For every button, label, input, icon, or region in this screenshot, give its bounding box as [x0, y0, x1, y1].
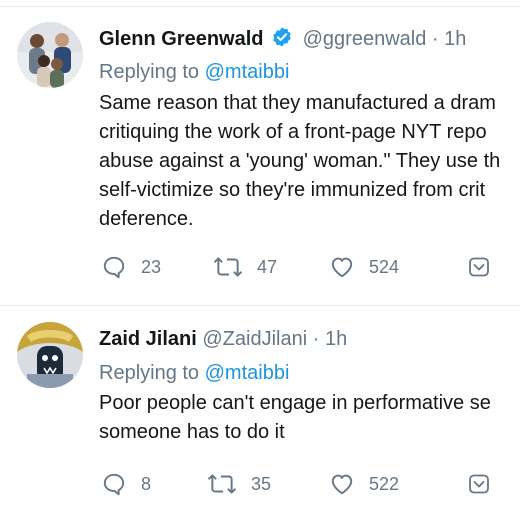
replying-to-label: Replying to [99, 362, 205, 384]
heart-icon [329, 471, 355, 497]
reply-button[interactable]: 23 [101, 252, 161, 282]
retweet-count: 35 [251, 473, 272, 494]
tweet-text: Poor people can't engage in performative… [99, 389, 520, 447]
author-handle[interactable]: @ggreenwald [303, 28, 427, 50]
author-handle[interactable]: @ZaidJilani [202, 328, 307, 350]
like-button[interactable]: 524 [329, 252, 399, 282]
retweet-button[interactable]: 47 [213, 252, 277, 282]
reply-icon [101, 471, 127, 497]
author-name[interactable]: Zaid Jilani [99, 328, 197, 350]
retweet-count: 47 [257, 256, 278, 277]
tweet-text: Same reason that they manufactured a dra… [99, 89, 520, 234]
retweet-icon [207, 471, 237, 497]
tweet-item[interactable]: Glenn Greenwald @ggreenwald · 1h Replyin… [0, 0, 520, 305]
replying-to-label: Replying to [99, 61, 205, 83]
tweet-text-line: Same reason that they manufactured a dra… [99, 92, 496, 114]
tweet-text-line: Poor people can't engage in performative… [99, 392, 491, 414]
tweet-text-line: someone has to do it [99, 421, 285, 443]
reply-count: 8 [141, 473, 152, 494]
reply-button[interactable]: 8 [101, 469, 151, 499]
verified-badge-icon [271, 26, 293, 54]
heart-icon [329, 254, 355, 280]
like-count: 522 [369, 473, 400, 494]
share-icon [467, 472, 491, 496]
tweet-text-line: abuse against a 'young' woman." They use… [99, 150, 501, 172]
separator-dot: · [312, 328, 320, 350]
replying-to: Replying to @mtaibbi [99, 60, 289, 84]
replying-to-mention[interactable]: @mtaibbi [205, 362, 290, 384]
reply-icon [101, 254, 127, 280]
tweet-timestamp[interactable]: 1h [325, 328, 347, 350]
retweet-icon [213, 254, 243, 280]
replying-to-mention[interactable]: @mtaibbi [205, 61, 290, 83]
tweet-header: Glenn Greenwald @ggreenwald · 1h [99, 26, 466, 54]
avatar[interactable] [17, 22, 83, 88]
separator-dot: · [431, 28, 439, 50]
reply-count: 23 [141, 256, 162, 277]
like-count: 524 [369, 256, 400, 277]
tweet-timestamp[interactable]: 1h [444, 28, 466, 50]
author-name[interactable]: Glenn Greenwald [99, 28, 263, 50]
share-icon [467, 255, 491, 279]
tweet-text-line: self-victimize so they're immunized from… [99, 179, 486, 201]
tweet-text-line: critiquing the work of a front-page NYT … [99, 121, 487, 143]
replying-to: Replying to @mtaibbi [99, 361, 289, 385]
tweet-text-line: deference. [99, 208, 194, 230]
retweet-button[interactable]: 35 [207, 469, 271, 499]
share-button[interactable] [467, 252, 491, 282]
tweet-header: Zaid Jilani @ZaidJilani · 1h [99, 327, 347, 351]
avatar[interactable] [17, 322, 83, 388]
share-button[interactable] [467, 469, 491, 499]
tweet-item[interactable]: Zaid Jilani @ZaidJilani · 1h Replying to… [0, 306, 520, 520]
like-button[interactable]: 522 [329, 469, 399, 499]
